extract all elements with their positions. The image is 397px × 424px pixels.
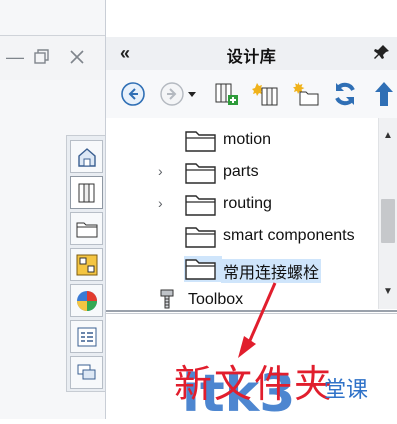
watermark-text: 新文件夹 — [174, 362, 335, 406]
watermark-suffix: 堂课 — [324, 378, 369, 403]
